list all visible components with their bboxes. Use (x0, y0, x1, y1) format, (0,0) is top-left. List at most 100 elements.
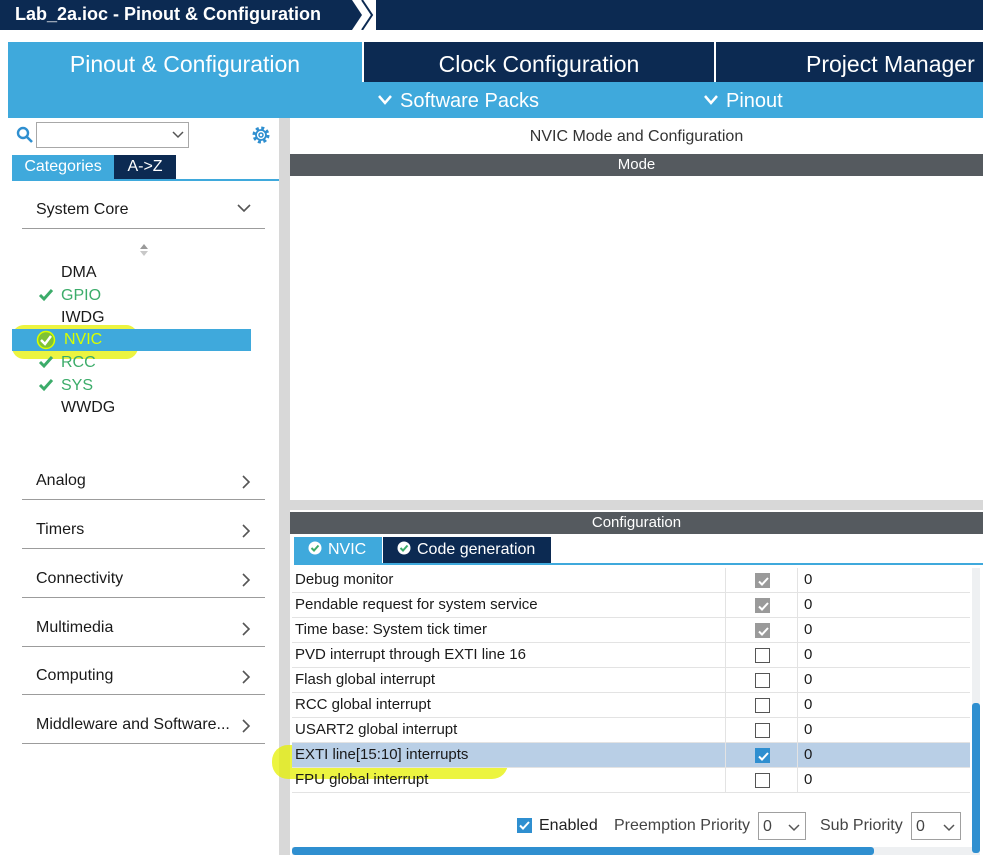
priority-value: 0 (804, 771, 813, 788)
system-core-item-gpio[interactable]: GPIO (12, 285, 251, 307)
category-tabs-underline (12, 179, 279, 181)
search-input[interactable] (36, 122, 189, 148)
check-icon (758, 602, 769, 611)
system-core-item-wwdg[interactable]: WWDG (12, 397, 251, 419)
chevron-right-icon (242, 670, 251, 684)
section-label: Connectivity (36, 570, 124, 587)
interrupt-name: Flash global interrupt (295, 671, 436, 688)
sort-icon[interactable] (139, 243, 149, 257)
interrupt-name: Debug monitor (295, 571, 394, 588)
section-multimedia[interactable]: Multimedia (22, 611, 265, 647)
enabled-cell (725, 618, 798, 643)
mode-config-splitter[interactable] (290, 500, 983, 510)
section-connectivity[interactable]: Connectivity (22, 562, 265, 598)
pinout-label: Pinout (726, 90, 783, 112)
tab-code-generation[interactable]: Code generation (383, 537, 551, 563)
table-row[interactable]: Flash global interrupt 0 (292, 668, 970, 693)
check-icon (38, 289, 54, 302)
chevron-right-icon (242, 719, 251, 733)
tab-a-to-z[interactable]: A->Z (114, 155, 176, 179)
enabled-checkbox[interactable] (755, 673, 770, 688)
chevron-down-icon (788, 824, 800, 832)
vertical-scrollbar[interactable] (972, 568, 980, 855)
scrollbar-thumb[interactable] (972, 703, 980, 853)
enabled-checkbox (755, 598, 770, 613)
enabled-cell (725, 718, 798, 743)
enabled-checkbox[interactable] (755, 648, 770, 663)
chevron-down-icon (704, 94, 718, 105)
section-computing[interactable]: Computing (22, 659, 265, 695)
system-core-item-rcc[interactable]: RCC (12, 352, 251, 374)
table-row[interactable]: Debug monitor 0 (292, 568, 970, 593)
search-icon[interactable] (16, 126, 34, 144)
select-value: 0 (763, 818, 772, 835)
pinout-menu[interactable]: Pinout (704, 82, 783, 118)
scrollbar-thumb[interactable] (292, 847, 874, 855)
enabled-checkbox[interactable] (517, 818, 532, 833)
system-core-item-dma[interactable]: DMA (12, 262, 251, 284)
section-system-core[interactable]: System Core (22, 193, 265, 229)
chevron-down-icon (943, 824, 955, 832)
breadcrumb-label: Lab_2a.ioc - Pinout & Configuration (15, 4, 321, 24)
horizontal-scrollbar[interactable] (292, 847, 972, 855)
check-icon (519, 821, 530, 830)
item-label: RCC (61, 354, 96, 371)
table-row-selected[interactable]: EXTI line[15:10] interrupts 0 (292, 743, 970, 768)
section-label: Middleware and Software... (36, 716, 230, 733)
check-icon (758, 752, 769, 761)
system-core-item-nvic[interactable]: NVIC (12, 329, 251, 351)
breadcrumb[interactable]: Lab_2a.ioc - Pinout & Configuration (0, 0, 362, 30)
chevron-down-icon (378, 94, 392, 105)
system-core-item-iwdg[interactable]: IWDG (12, 307, 251, 329)
priority-value: 0 (804, 696, 813, 713)
enabled-cell (725, 568, 798, 593)
table-row[interactable]: Time base: System tick timer 0 (292, 618, 970, 643)
preemption-priority-select[interactable]: 0 (758, 812, 806, 840)
enabled-checkbox (755, 573, 770, 588)
priority-value: 0 (804, 621, 813, 638)
enabled-cell (725, 743, 798, 768)
sub-priority-select[interactable]: 0 (911, 812, 961, 840)
gear-icon[interactable] (250, 124, 272, 146)
item-label: DMA (61, 264, 97, 281)
enabled-checkbox[interactable] (755, 698, 770, 713)
table-row[interactable]: PVD interrupt through EXTI line 16 0 (292, 643, 970, 668)
preemption-priority-label: Preemption Priority (614, 817, 751, 834)
tab-pinout-configuration[interactable]: Pinout & Configuration (8, 42, 362, 82)
check-icon (38, 356, 54, 369)
item-label: WWDG (61, 399, 116, 416)
system-core-item-sys[interactable]: SYS (12, 375, 251, 397)
title-bar: Lab_2a.ioc - Pinout & Configuration (0, 0, 983, 30)
enabled-checkbox[interactable] (755, 773, 770, 788)
table-row[interactable]: FPU global interrupt 0 (292, 768, 970, 793)
check-circle-icon (308, 541, 322, 555)
table-row[interactable]: RCC global interrupt 0 (292, 693, 970, 718)
section-timers[interactable]: Timers (22, 513, 265, 549)
enabled-checkbox[interactable] (755, 748, 770, 763)
chevron-down-icon[interactable] (172, 131, 184, 139)
categories-panel: Categories A->Z System Core DMA GPIO IWD… (8, 118, 280, 855)
tab-nvic[interactable]: NVIC (294, 537, 382, 563)
interrupt-name: USART2 global interrupt (295, 721, 458, 738)
tab-categories[interactable]: Categories (12, 155, 114, 179)
section-middleware-and-software[interactable]: Middleware and Software... (22, 708, 265, 744)
priority-value: 0 (804, 596, 813, 613)
check-circle-icon (36, 330, 56, 350)
software-packs-menu[interactable]: Software Packs (378, 82, 539, 118)
section-label: Computing (36, 667, 114, 684)
item-label: NVIC (64, 331, 103, 348)
table-row[interactable]: USART2 global interrupt 0 (292, 718, 970, 743)
interrupt-table: Debug monitor 0 Pendable request for sys… (292, 568, 970, 793)
tab-clock-configuration[interactable]: Clock Configuration (364, 42, 714, 82)
section-label: Analog (36, 472, 86, 489)
tab-label: Code generation (417, 541, 536, 558)
check-circle-icon (397, 541, 411, 555)
interrupt-name: RCC global interrupt (295, 696, 431, 713)
enabled-checkbox[interactable] (755, 723, 770, 738)
section-analog[interactable]: Analog (22, 464, 265, 500)
priority-value: 0 (804, 646, 813, 663)
tab-project-manager[interactable]: Project Manager (716, 42, 983, 82)
table-row[interactable]: Pendable request for system service 0 (292, 593, 970, 618)
software-packs-label: Software Packs (400, 90, 539, 112)
enabled-checkbox (755, 623, 770, 638)
